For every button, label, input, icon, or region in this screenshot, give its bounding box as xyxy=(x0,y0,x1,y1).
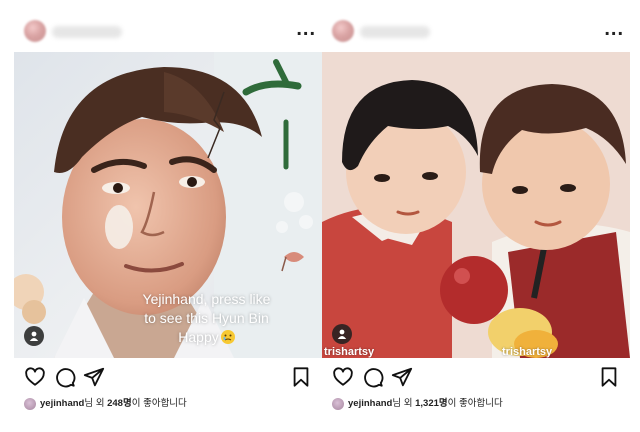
likes-text: yejinhand님 외 248명이 좋아합니다 xyxy=(40,397,187,411)
author-avatar-blurred[interactable] xyxy=(24,20,46,42)
more-options-button[interactable]: ... xyxy=(296,18,316,40)
author-username-blurred[interactable] xyxy=(52,26,122,38)
post-actions xyxy=(322,366,630,390)
author-username-blurred[interactable] xyxy=(360,26,430,38)
bookmark-icon[interactable] xyxy=(598,366,620,388)
liker-username[interactable]: yejinhand xyxy=(40,398,84,409)
likes-middle-text: 님 외 xyxy=(392,398,416,409)
caption-line-3-text: Happy xyxy=(178,329,219,345)
likes-count[interactable]: 1,321명 xyxy=(415,398,448,409)
likes-middle-text: 님 외 xyxy=(84,398,108,409)
liker-username[interactable]: yejinhand xyxy=(348,398,392,409)
heart-icon[interactable] xyxy=(332,366,354,388)
comment-icon[interactable] xyxy=(54,366,76,388)
post-header: ... xyxy=(322,18,630,44)
likes-suffix-text: 이 좋아합니다 xyxy=(447,398,503,409)
post-image[interactable]: trishartsy trishartsy xyxy=(322,52,630,358)
likes-count[interactable]: 248명 xyxy=(107,398,132,409)
liker-avatar xyxy=(332,398,344,410)
share-icon[interactable] xyxy=(83,366,105,388)
heart-icon[interactable] xyxy=(24,366,46,388)
tagged-people-icon[interactable] xyxy=(332,324,352,344)
post-left: ... Yejinhand, press like to see this Hy… xyxy=(14,0,322,432)
post-right: ... trishartsy trishartsy yejinhand님 외 1… xyxy=(322,0,630,432)
tagged-people-icon[interactable] xyxy=(24,326,44,346)
artist-watermark: trishartsy xyxy=(324,346,375,358)
comment-icon[interactable] xyxy=(362,366,384,388)
author-avatar-blurred[interactable] xyxy=(332,20,354,42)
likes-suffix-text: 이 좋아합니다 xyxy=(131,398,187,409)
likes-summary[interactable]: yejinhand님 외 248명이 좋아합니다 xyxy=(24,396,322,412)
caption-line-2: to see this Hyun Bin xyxy=(144,310,269,326)
caption-line-1: Yejinhand, press like xyxy=(142,291,271,307)
kids-illustration xyxy=(322,52,630,358)
more-options-button[interactable]: ... xyxy=(604,18,624,40)
post-actions xyxy=(14,366,322,390)
likes-text: yejinhand님 외 1,321명이 좋아합니다 xyxy=(348,397,503,411)
caption-line-3: Happy xyxy=(104,328,309,347)
crying-face-emoji-icon xyxy=(220,330,235,344)
liker-avatar xyxy=(24,398,36,410)
post-header: ... xyxy=(14,18,322,44)
artist-watermark-secondary: trishartsy xyxy=(502,346,553,358)
share-icon[interactable] xyxy=(391,366,413,388)
post-image[interactable]: Yejinhand, press like to see this Hyun B… xyxy=(14,52,322,358)
bookmark-icon[interactable] xyxy=(290,366,312,388)
image-caption-overlay: Yejinhand, press like to see this Hyun B… xyxy=(104,290,309,347)
likes-summary[interactable]: yejinhand님 외 1,321명이 좋아합니다 xyxy=(332,396,630,412)
